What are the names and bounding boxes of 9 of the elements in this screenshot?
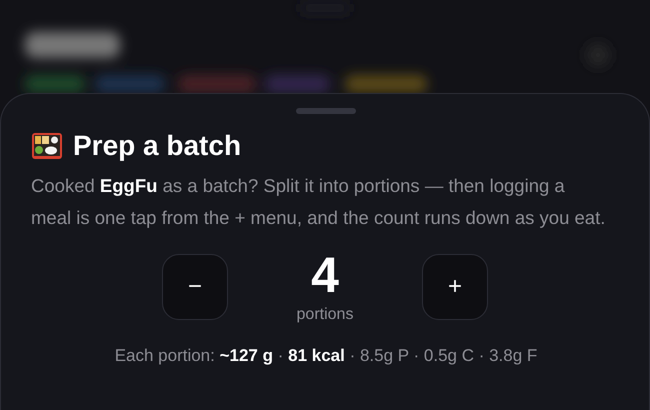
bento-box-icon (31, 131, 63, 161)
decrement-button[interactable]: − (162, 254, 228, 320)
drag-handle[interactable] (296, 108, 356, 114)
increment-button[interactable]: + (422, 254, 488, 320)
portion-summary: Each portion: ~127 g · 81 kcal · 8.5g P · 0.5g C · 3.8g F (114, 346, 538, 366)
portion-count: 4 (311, 246, 339, 304)
description-text: Cooked EggFu as a batch? Split it into portions — then logging a meal is one tap from the + menu, and the count runs down as you eat. (31, 174, 606, 230)
portion-unit: portions (296, 306, 354, 324)
sheet-title: Prep a batch (73, 130, 242, 162)
